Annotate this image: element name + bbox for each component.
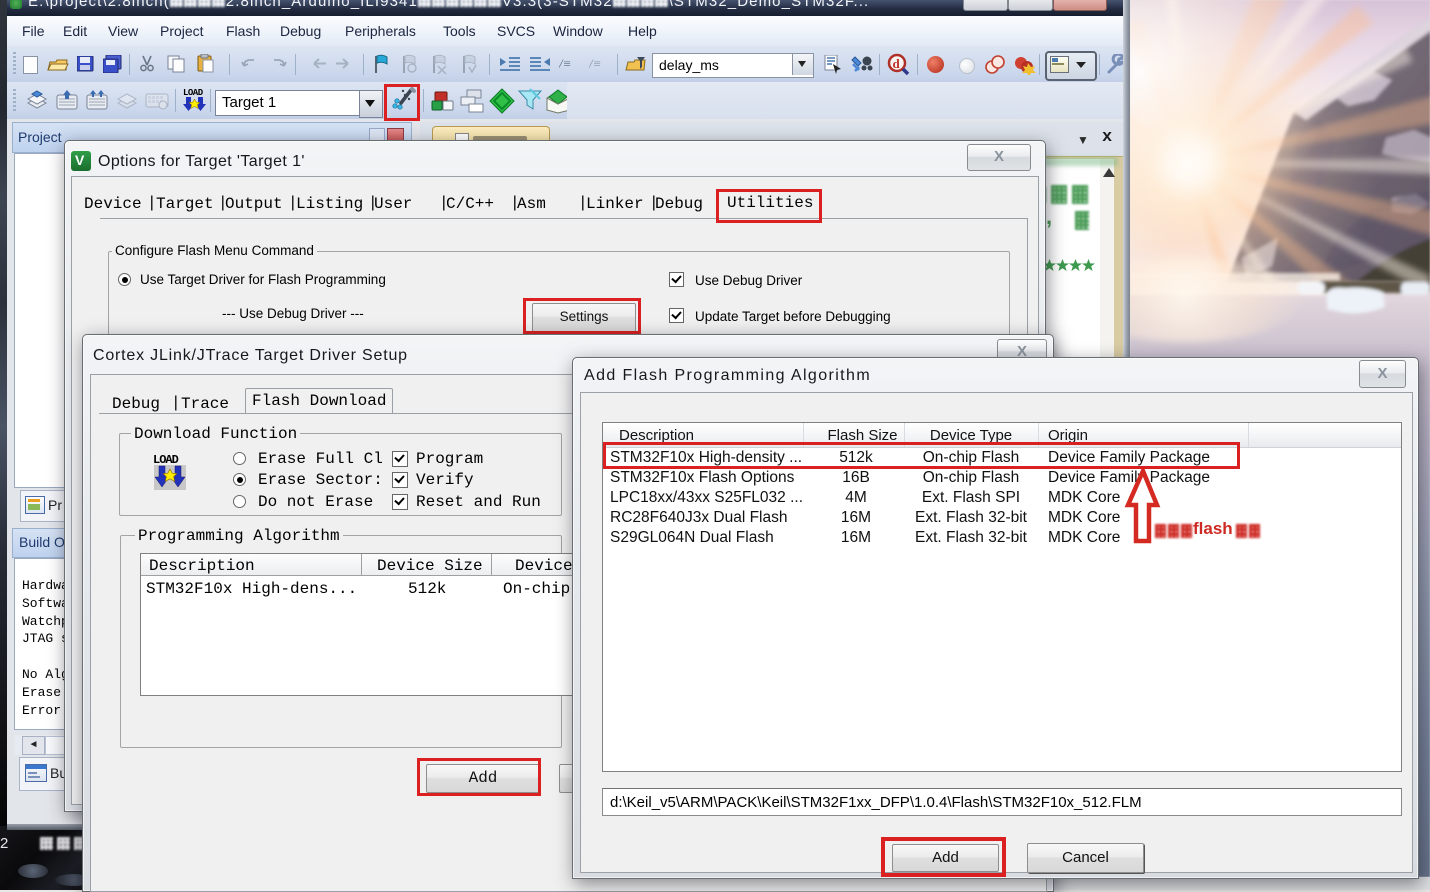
svg-text:d: d <box>893 56 901 71</box>
svg-text:/≡: /≡ <box>559 56 571 71</box>
svg-text:/≡: /≡ <box>589 56 601 71</box>
